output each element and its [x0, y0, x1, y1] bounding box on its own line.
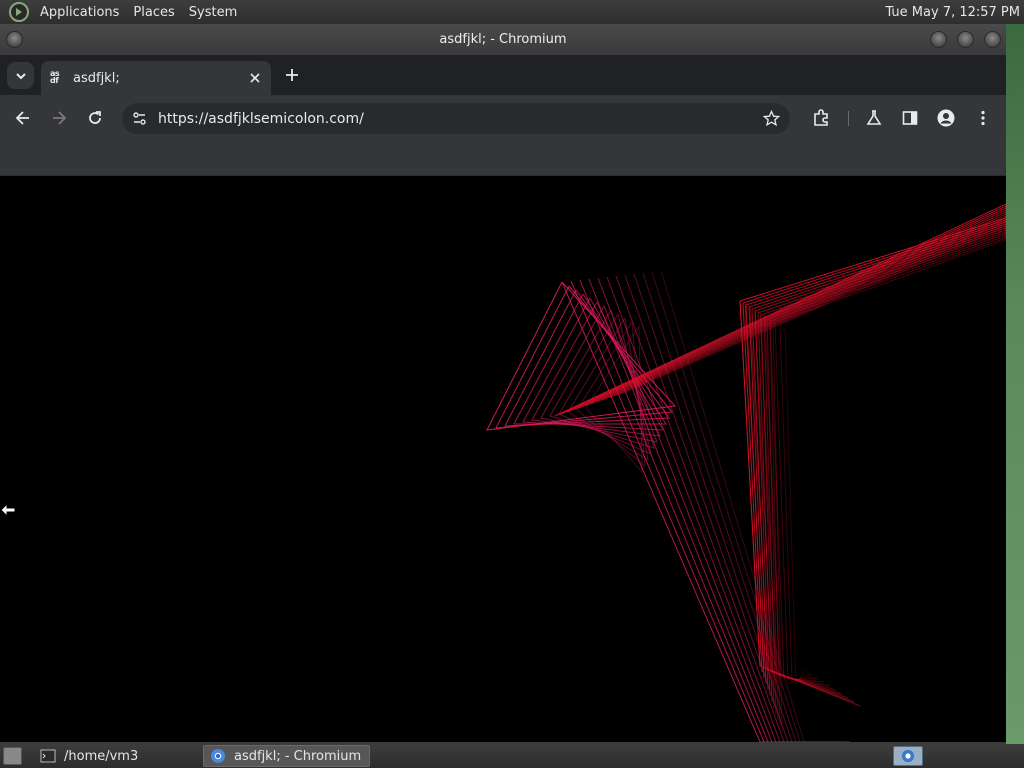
taskbar-label: /home/vm3 — [64, 748, 139, 764]
close-window-button[interactable] — [984, 31, 1001, 48]
tab-strip: as df asdfjkl; — [0, 55, 1006, 95]
line-art-animation — [486, 203, 1006, 742]
chevron-down-icon — [15, 72, 26, 79]
tray-chromium-icon[interactable] — [893, 746, 923, 766]
side-panel-icon[interactable] — [901, 109, 919, 127]
tab-search-button[interactable] — [7, 62, 34, 89]
red-right-fan-line — [784, 327, 807, 686]
close-tab-icon[interactable] — [247, 70, 263, 86]
bookmark-star-icon[interactable] — [763, 110, 780, 127]
new-tab-icon[interactable] — [283, 66, 301, 84]
desktop-background — [1006, 24, 1024, 744]
chromium-icon — [901, 749, 915, 763]
reload-icon[interactable] — [86, 109, 104, 127]
window-title: asdfjkl; - Chromium — [439, 32, 567, 47]
browser-toolbar: https://asdfjklsemicolon.com/ — [0, 95, 1006, 141]
minimize-button[interactable] — [930, 31, 947, 48]
url-text[interactable]: https://asdfjklsemicolon.com/ — [158, 111, 364, 127]
tab-title: asdfjkl; — [73, 70, 120, 86]
applications-menu[interactable]: Applications — [33, 5, 126, 20]
bookmarks-bar — [0, 141, 1006, 176]
show-desktop-icon[interactable] — [3, 747, 22, 765]
site-settings-icon[interactable] — [131, 110, 148, 127]
pink-diagonal-fan — [561, 270, 850, 742]
red-ray-fan-line — [566, 207, 1006, 679]
places-menu[interactable]: Places — [126, 5, 181, 20]
labs-flask-icon[interactable] — [865, 109, 883, 127]
window-menu-button[interactable] — [6, 31, 23, 48]
taskbar-label: asdfjkl; - Chromium — [234, 748, 362, 764]
chromium-window: asdfjkl; - Chromium as df asdfjkl; https… — [0, 24, 1006, 744]
distro-logo-icon[interactable] — [9, 2, 29, 22]
window-titlebar[interactable]: asdfjkl; - Chromium — [0, 24, 1006, 55]
pink-triangle-fan-line — [513, 293, 667, 425]
web-page-canvas[interactable] — [0, 176, 1006, 742]
red-right-fan-line — [779, 324, 813, 683]
back-icon[interactable] — [14, 109, 32, 127]
maximize-button[interactable] — [957, 31, 974, 48]
toolbar-separator — [848, 111, 849, 126]
resize-cursor-icon — [0, 503, 16, 517]
chromium-icon — [211, 749, 225, 763]
top-panel: Applications Places System Tue May 7, 12… — [0, 0, 1024, 24]
taskbar-item-chromium[interactable]: asdfjkl; - Chromium — [203, 745, 370, 767]
profile-avatar-icon[interactable] — [937, 109, 955, 127]
terminal-icon — [40, 749, 56, 763]
extensions-icon[interactable] — [812, 109, 830, 127]
system-menu[interactable]: System — [182, 5, 244, 20]
tab-asdfjkl[interactable]: as df asdfjkl; — [41, 61, 271, 95]
clock[interactable]: Tue May 7, 12:57 PM — [885, 5, 1024, 20]
forward-icon[interactable] — [50, 109, 68, 127]
address-bar[interactable]: https://asdfjklsemicolon.com/ — [122, 103, 790, 134]
bottom-panel: /home/vm3 asdfjkl; - Chromium — [0, 744, 1024, 768]
taskbar-item-terminal[interactable]: /home/vm3 — [34, 745, 199, 767]
site-favicon-icon: as df — [50, 68, 60, 85]
more-menu-icon[interactable] — [974, 109, 992, 127]
red-right-fan-line — [744, 303, 855, 703]
